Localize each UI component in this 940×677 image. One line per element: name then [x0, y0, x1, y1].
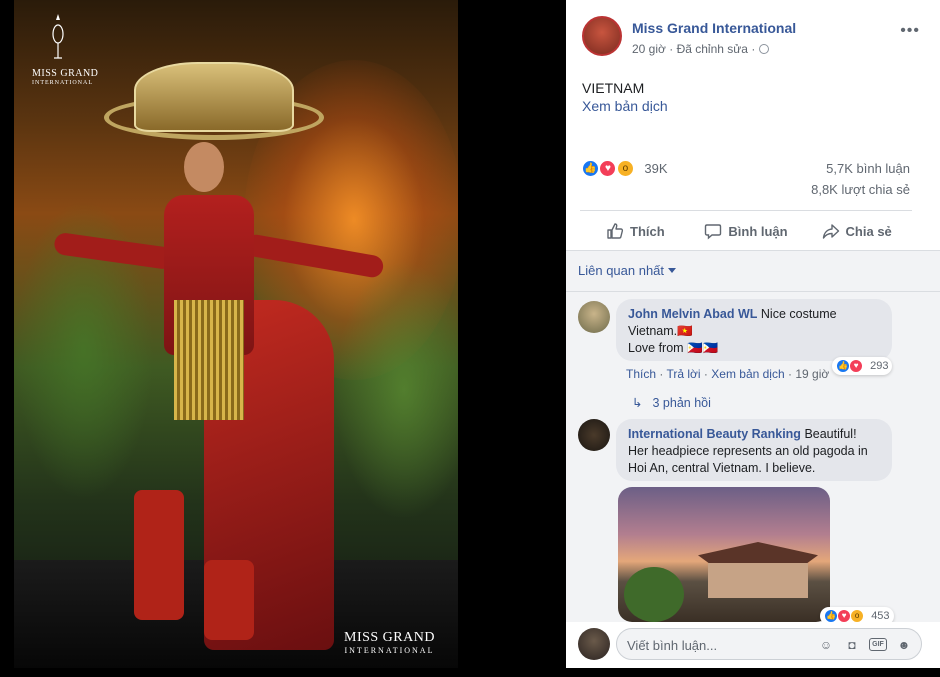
comments-section: Liên quan nhất John Melvin Abad WL Nice …	[566, 251, 940, 622]
divider	[580, 210, 912, 211]
comment-text-line2: Vietnam.🇻🇳	[628, 324, 693, 338]
dot-separator: ·	[659, 367, 664, 381]
watermark-logo-bottom: MISS GRAND INTERNATIONAL	[344, 630, 435, 655]
share-button[interactable]: Chia sẻ	[801, 212, 912, 250]
comment-sort-dropdown[interactable]: Liên quan nhất	[578, 263, 677, 278]
avatar[interactable]	[578, 419, 610, 451]
model-face	[184, 142, 224, 192]
dot-separator: ·	[703, 367, 708, 381]
reactions-summary[interactable]: 👍 ♥ o 39K	[582, 160, 668, 178]
boot-left	[134, 490, 184, 620]
more-options-icon[interactable]: •••	[900, 22, 920, 40]
comment-input-wrapper[interactable]: ☺ ◘ GIF ☻	[616, 628, 922, 660]
watermark-logo-top: MISS GRAND INTERNATIONAL	[32, 68, 98, 86]
post-panel: Miss Grand International 20 giờ · Đã chỉ…	[566, 0, 940, 668]
avatar[interactable]	[578, 301, 610, 333]
like-icon: 👍	[582, 160, 599, 178]
love-icon: ♥	[837, 609, 852, 622]
view-replies-link[interactable]: ↳ 3 phản hồi	[632, 395, 711, 410]
comment-text-line1: Beautiful!	[804, 427, 857, 441]
meta-separator-2: ·	[751, 42, 756, 56]
post-meta: 20 giờ · Đã chỉnh sửa ·	[632, 42, 769, 56]
post-text: VIETNAM	[582, 80, 645, 96]
haha-icon: o	[850, 609, 865, 622]
comment-author[interactable]: John Melvin Abad WL	[628, 307, 757, 321]
comment-bubble: International Beauty Ranking Beautiful! …	[616, 419, 892, 481]
logo-bottom-subtitle: INTERNATIONAL	[344, 646, 435, 655]
comment-text-line1: Nice costume	[760, 307, 837, 321]
pagoda-building	[708, 563, 808, 598]
comment-text-line3: Hoi An, central Vietnam. I believe.	[628, 461, 816, 475]
like-label: Thích	[630, 223, 665, 239]
comment-text-line2: Her headpiece represents an old pagoda i…	[628, 444, 868, 458]
thumbs-up-icon	[607, 223, 624, 239]
chevron-down-icon	[668, 268, 677, 273]
edited-label[interactable]: Đã chỉnh sửa	[677, 42, 748, 56]
comment-composer: ☺ ◘ GIF ☻	[566, 622, 940, 668]
comment-like-link[interactable]: Thích	[626, 367, 656, 381]
post-actions: Thích Bình luận Chia sẻ	[580, 212, 912, 250]
foliage-right	[334, 260, 458, 520]
tree	[624, 567, 684, 622]
comment-text-line3: Love from 🇵🇭🇵🇭	[628, 341, 719, 355]
emoji-icon[interactable]: ☺	[817, 636, 835, 654]
see-translation-link[interactable]: Xem bản dịch	[582, 98, 668, 114]
globe-icon	[758, 44, 769, 54]
gif-icon[interactable]: GIF	[869, 638, 887, 651]
comment-reactions[interactable]: 👍 ♥ 293	[832, 357, 893, 375]
like-button[interactable]: Thích	[580, 212, 691, 250]
share-icon	[822, 224, 839, 239]
crown-logo-icon	[52, 14, 64, 59]
comment-reaction-count: 293	[870, 360, 889, 372]
avatar[interactable]	[578, 628, 610, 660]
page-name-link[interactable]: Miss Grand International	[632, 20, 796, 36]
dot-separator: ·	[788, 367, 792, 381]
comment-actions: Thích · Trả lời · Xem bản dịch · 19 giờ	[626, 367, 829, 381]
share-label: Chia sẻ	[845, 223, 892, 239]
comments-count-link[interactable]: 5,7K bình luận	[826, 161, 910, 176]
comment-label: Bình luận	[728, 223, 788, 239]
comment-translate-link[interactable]: Xem bản dịch	[711, 367, 784, 381]
reply-arrow-icon: ↳	[632, 396, 643, 410]
comment-input[interactable]	[627, 636, 777, 654]
logo-top-subtitle: INTERNATIONAL	[32, 80, 93, 86]
post-time[interactable]: 20 giờ	[632, 42, 666, 56]
replies-count: 3 phản hồi	[652, 396, 711, 410]
shares-count-link[interactable]: 8,8K lượt chia sẻ	[811, 182, 910, 197]
comment-reaction-count: 453	[871, 610, 890, 622]
like-icon: 👍	[836, 359, 850, 374]
pagoda-roof	[698, 542, 818, 564]
love-icon: ♥	[599, 160, 617, 178]
post-photo[interactable]: MISS GRAND INTERNATIONAL MISS GRAND INTE…	[14, 0, 458, 668]
comment-bubble: John Melvin Abad WL Nice costume Vietnam…	[616, 299, 892, 361]
love-icon: ♥	[849, 359, 864, 374]
wow-icon: o	[616, 160, 634, 178]
logo-bottom-title: MISS GRAND	[344, 630, 435, 645]
sticker-icon[interactable]: ☻	[895, 636, 913, 654]
sort-label: Liên quan nhất	[578, 263, 665, 278]
comment-time[interactable]: 19 giờ	[795, 367, 829, 381]
comment-author[interactable]: International Beauty Ranking	[628, 427, 801, 441]
logo-top-title: MISS GRAND	[32, 68, 99, 79]
page-avatar[interactable]	[582, 16, 622, 56]
like-icon: 👍	[824, 609, 838, 622]
comment-attached-photo[interactable]	[618, 487, 830, 622]
comment-button[interactable]: Bình luận	[691, 212, 802, 250]
divider	[566, 291, 940, 292]
meta-separator: ·	[669, 42, 674, 56]
pagoda-headpiece	[134, 62, 294, 132]
photo-viewer: MISS GRAND INTERNATIONAL MISS GRAND INTE…	[0, 0, 940, 677]
boot-right	[204, 560, 254, 640]
comment-icon	[705, 224, 722, 240]
post-header: Miss Grand International 20 giờ · Đã chỉ…	[566, 0, 940, 65]
comment-reply-link[interactable]: Trả lời	[666, 367, 700, 381]
camera-icon[interactable]: ◘	[843, 636, 861, 654]
reaction-count: 39K	[644, 161, 668, 177]
composer-icons: ☺ ◘ GIF ☻	[817, 636, 913, 654]
costume-fringe	[174, 300, 244, 420]
comment-reactions[interactable]: 👍 ♥ o 453	[820, 607, 894, 622]
